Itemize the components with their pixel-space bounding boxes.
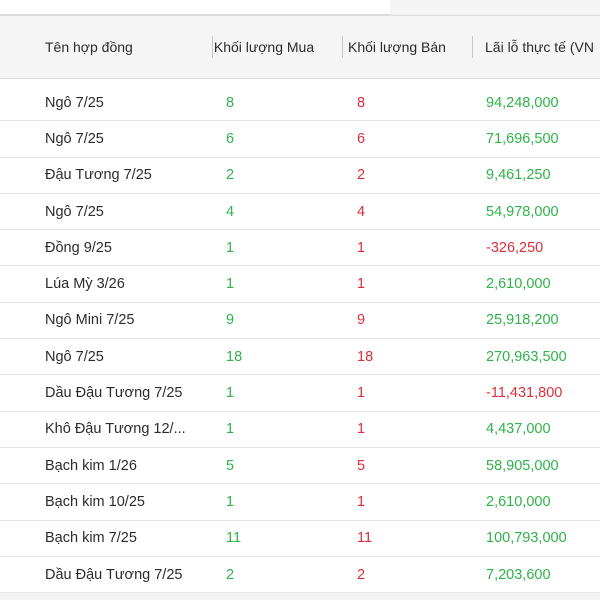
- table-row[interactable]: Đậu Tương 7/25 2 2 9,461,250: [0, 158, 600, 194]
- sell-volume: 11: [357, 530, 373, 547]
- column-header-contract-name[interactable]: Tên hợp đồng: [45, 16, 205, 78]
- contract-name: Đậu Tương 7/25: [45, 167, 152, 184]
- column-header-buy-volume[interactable]: Khối lượng Mua: [213, 16, 315, 78]
- table-row[interactable]: Khô Đậu Tương 12/... 1 1 4,437,000: [0, 412, 600, 448]
- sell-volume: 2: [357, 566, 366, 583]
- buy-volume: 8: [226, 94, 235, 111]
- sell-volume: 6: [357, 130, 366, 147]
- buy-volume: 1: [226, 421, 235, 438]
- realized-pnl: 100,793,000: [486, 530, 567, 547]
- contract-name: Ngô 7/25: [45, 203, 104, 220]
- table-row[interactable]: Ngô Mini 7/25 9 9 25,918,200: [0, 303, 600, 340]
- buy-volume: 5: [226, 457, 235, 474]
- realized-pnl: 58,905,000: [486, 457, 559, 474]
- table-row[interactable]: Bạch kim 1/26 5 5 58,905,000: [0, 448, 600, 485]
- realized-pnl: 54,978,000: [486, 203, 559, 220]
- contract-name: Ngô 7/25: [45, 94, 104, 111]
- realized-pnl: 94,248,000: [486, 94, 559, 111]
- contract-name: Dầu Đậu Tương 7/25: [45, 566, 183, 583]
- table-row[interactable]: Dầu Đậu Tương 7/25 2 2 7,203,600: [0, 557, 600, 594]
- column-header-realized-pnl[interactable]: Lãi lỗ thực tế (VN: [485, 16, 600, 78]
- contract-name: Ngô Mini 7/25: [45, 312, 135, 329]
- realized-pnl: 9,461,250: [486, 167, 551, 184]
- table-row[interactable]: Ngô 7/25 8 8 94,248,000: [0, 85, 600, 122]
- contract-table-body: Ngô 7/25 8 8 94,248,000 Ngô 7/25 6 6 71,696,500…: [0, 85, 600, 594]
- realized-pnl: -11,431,800: [486, 385, 563, 402]
- realized-pnl: 4,437,000: [486, 421, 551, 438]
- table-row[interactable]: Ngô 7/25 6 6 71,696,500: [0, 121, 600, 158]
- realized-pnl: 7,203,600: [486, 566, 551, 583]
- table-header: Tên hợp đồng Khối lượng Mua Khối lượng B…: [0, 15, 600, 79]
- buy-volume: 18: [226, 348, 243, 365]
- sell-volume: 1: [357, 276, 366, 293]
- table-row[interactable]: Ngô 7/25 18 18 270,963,500: [0, 339, 600, 376]
- contract-name: Dầu Đậu Tương 7/25: [45, 385, 183, 402]
- sell-volume: 9: [357, 312, 366, 329]
- sell-volume: 18: [357, 348, 374, 365]
- buy-volume: 11: [226, 530, 242, 547]
- buy-volume: 1: [226, 276, 235, 293]
- contract-name: Ngô 7/25: [45, 348, 104, 365]
- buy-volume: 2: [226, 167, 235, 184]
- buy-volume: 1: [226, 493, 235, 510]
- sell-volume: 4: [357, 203, 366, 220]
- buy-volume: 9: [226, 312, 235, 329]
- table-row[interactable]: Dầu Đậu Tương 7/25 1 1 -11,431,800: [0, 375, 600, 412]
- contract-name: Bạch kim 1/26: [45, 457, 137, 474]
- buy-volume: 4: [226, 203, 235, 220]
- contract-name: Ngô 7/25: [45, 130, 104, 147]
- contract-pnl-screen: Tên hợp đồng Khối lượng Mua Khối lượng B…: [0, 0, 600, 600]
- buy-volume: 2: [226, 566, 235, 583]
- contract-name: Khô Đậu Tương 12/...: [45, 421, 186, 438]
- sell-volume: 1: [357, 421, 366, 438]
- realized-pnl: 71,696,500: [486, 130, 559, 147]
- sell-volume: 8: [357, 94, 366, 111]
- realized-pnl: -326,250: [486, 239, 544, 256]
- contract-name: Bạch kim 7/25: [45, 530, 137, 547]
- table-row[interactable]: Bạch kim 10/25 1 1 2,610,000: [0, 484, 600, 521]
- sell-volume: 2: [357, 167, 366, 184]
- sell-volume: 1: [357, 493, 366, 510]
- top-tab-area: [0, 0, 390, 15]
- buy-volume: 6: [226, 130, 235, 147]
- contract-name: Bạch kim 10/25: [45, 493, 145, 510]
- column-divider: [472, 36, 473, 58]
- column-divider: [342, 36, 343, 58]
- sell-volume: 5: [357, 457, 366, 474]
- contract-name: Lúa Mỳ 3/26: [45, 276, 125, 293]
- buy-volume: 1: [226, 385, 235, 402]
- table-row[interactable]: Ngô 7/25 4 4 54,978,000: [0, 194, 600, 231]
- buy-volume: 1: [226, 239, 235, 256]
- table-row[interactable]: Lúa Mỳ 3/26 1 1 2,610,000: [0, 266, 600, 303]
- realized-pnl: 2,610,000: [486, 493, 551, 510]
- realized-pnl: 25,918,200: [486, 312, 559, 329]
- table-row[interactable]: Đồng 9/25 1 1 -326,250: [0, 230, 600, 267]
- realized-pnl: 2,610,000: [486, 276, 551, 293]
- top-bar: [0, 0, 600, 15]
- realized-pnl: 270,963,500: [486, 348, 567, 365]
- table-row[interactable]: Bạch kim 7/25 11 11 100,793,000: [0, 521, 600, 557]
- contract-name: Đồng 9/25: [45, 239, 112, 256]
- sell-volume: 1: [357, 385, 366, 402]
- sell-volume: 1: [357, 239, 366, 256]
- column-header-sell-volume[interactable]: Khối lượng Bán: [345, 16, 449, 78]
